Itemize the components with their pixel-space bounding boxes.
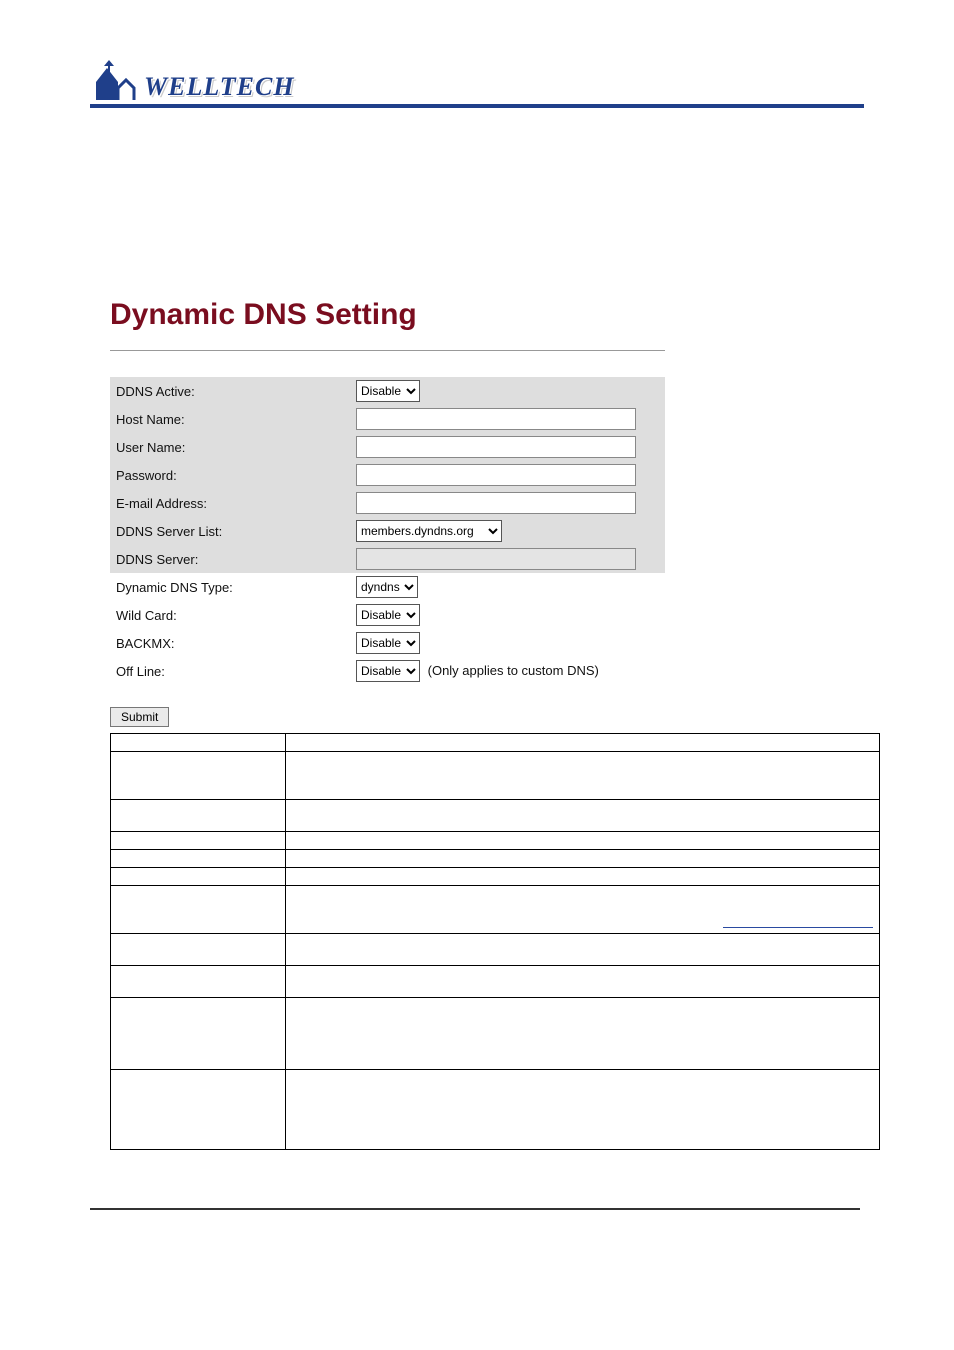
email-label: E-mail Address: [110, 489, 350, 517]
backmx-select[interactable]: Disable [356, 632, 420, 654]
header-logo-bar: WELLTECH [90, 60, 864, 108]
description-table [110, 733, 880, 1150]
ddns-server-input [356, 548, 636, 570]
password-input[interactable] [356, 464, 636, 486]
offline-select[interactable]: Disable [356, 660, 420, 682]
footer-divider [90, 1208, 860, 1210]
server-list-select[interactable]: members.dyndns.org [356, 520, 502, 542]
submit-button[interactable]: Submit [110, 707, 169, 727]
email-input[interactable] [356, 492, 636, 514]
logo-icon [90, 60, 140, 102]
backmx-label: BACKMX: [110, 629, 350, 657]
dns-type-label: Dynamic DNS Type: [110, 573, 350, 601]
page-title: Dynamic DNS Setting [110, 298, 665, 351]
server-list-label: DDNS Server List: [110, 517, 350, 545]
ddns-form: DDNS Active: Disable Host Name: User Nam… [110, 377, 665, 685]
offline-label: Off Line: [110, 657, 350, 685]
host-name-label: Host Name: [110, 405, 350, 433]
ddns-server-label: DDNS Server: [110, 545, 350, 573]
user-name-input[interactable] [356, 436, 636, 458]
host-name-input[interactable] [356, 408, 636, 430]
brand-name: WELLTECH [144, 72, 295, 102]
link-underline [723, 916, 873, 928]
ddns-active-label: DDNS Active: [110, 377, 350, 405]
offline-note: (Only applies to custom DNS) [428, 663, 599, 678]
wild-card-label: Wild Card: [110, 601, 350, 629]
ddns-active-select[interactable]: Disable [356, 380, 420, 402]
dns-type-select[interactable]: dyndns [356, 576, 418, 598]
wild-card-select[interactable]: Disable [356, 604, 420, 626]
password-label: Password: [110, 461, 350, 489]
user-name-label: User Name: [110, 433, 350, 461]
